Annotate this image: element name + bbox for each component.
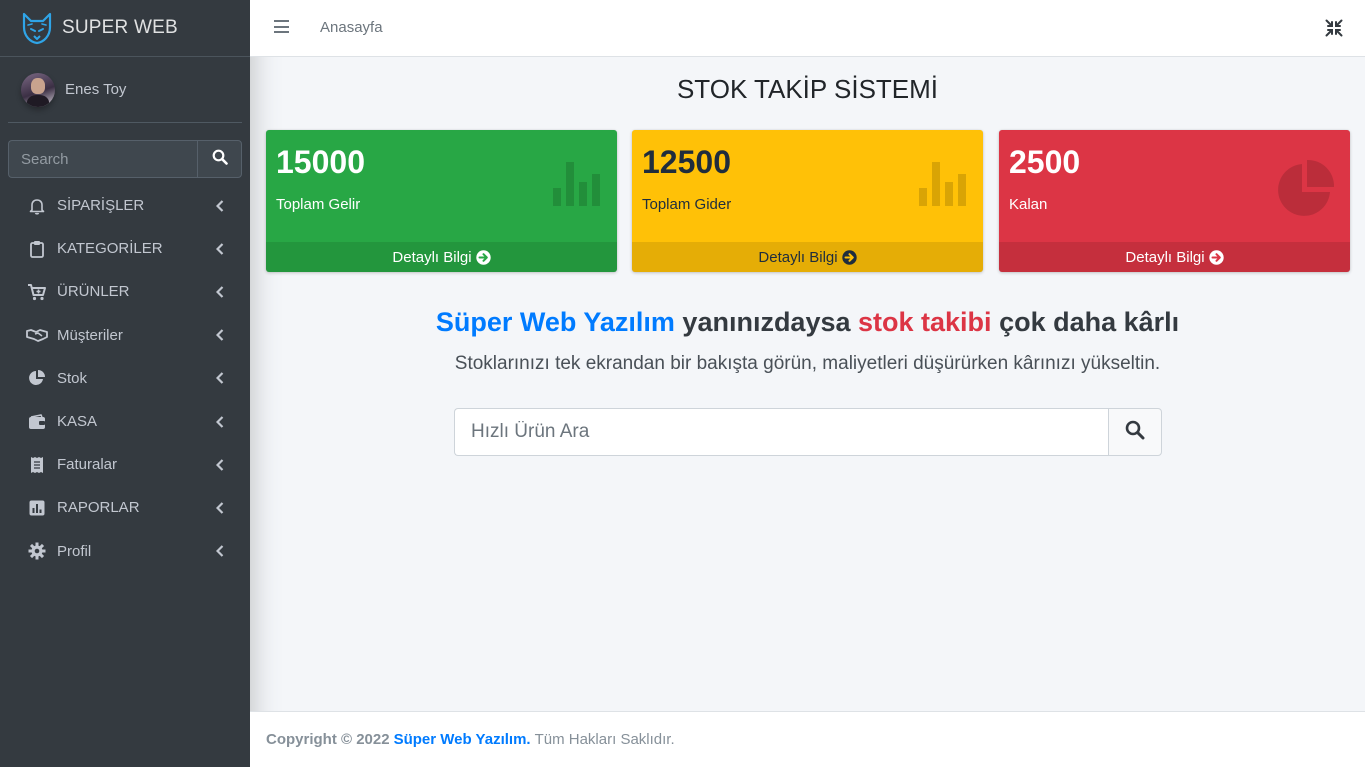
menu-toggle-button[interactable] xyxy=(274,20,289,36)
stat-label: Kalan xyxy=(1009,196,1048,213)
arrow-circle-right-icon xyxy=(1208,249,1224,265)
main-header: Anasayfa xyxy=(250,0,1365,57)
bar-chart-icon xyxy=(26,498,48,518)
stat-value: 2500 xyxy=(1009,144,1081,180)
chevron-left-icon xyxy=(214,243,226,255)
sidebar-search-button[interactable] xyxy=(197,140,242,178)
sidebar-item-profil[interactable]: Profil xyxy=(8,530,242,573)
sidebar-item-musteriler[interactable]: Müşteriler xyxy=(8,314,242,357)
arrow-circle-right-icon xyxy=(841,249,857,265)
headline-highlight: stok takibi xyxy=(858,307,992,337)
search-icon xyxy=(212,149,228,170)
chevron-left-icon xyxy=(214,545,226,557)
headline-text: yanınızdaysa xyxy=(674,307,859,337)
arrow-circle-right-icon xyxy=(475,249,491,265)
promo-subline: Stoklarınızı tek ekrandan bir bakışta gö… xyxy=(454,353,1161,374)
sidebar-item-label: ÜRÜNLER xyxy=(57,283,130,301)
quick-product-search xyxy=(454,408,1162,456)
bar-chart-icon xyxy=(919,158,969,211)
stat-box-expense: 12500 Toplam Gider Detaylı Bilgi xyxy=(632,130,983,272)
main-sidebar: SUPER WEB Enes Toy SİPARİŞLER KATEGORİLE… xyxy=(0,0,250,767)
gear-icon xyxy=(26,541,48,561)
bar-chart-icon xyxy=(553,158,603,211)
sidebar-item-faturalar[interactable]: Faturalar xyxy=(8,443,242,486)
cart-plus-icon xyxy=(26,282,48,302)
brand-name: SUPER WEB xyxy=(62,17,178,38)
chevron-left-icon xyxy=(214,199,226,212)
stat-label: Toplam Gelir xyxy=(276,196,361,213)
more-info-link[interactable]: Detaylı Bilgi xyxy=(632,242,983,272)
copyright-text: Copyright © 2022 xyxy=(266,731,390,748)
sidebar-item-label: RAPORLAR xyxy=(57,499,140,517)
quick-search-input[interactable] xyxy=(454,408,1108,456)
chevron-left-icon xyxy=(214,415,226,428)
sidebar-nav: SİPARİŞLER KATEGORİLER ÜRÜNLER Müşterile… xyxy=(8,184,242,573)
fullscreen-button[interactable] xyxy=(1325,19,1343,37)
compress-icon xyxy=(1325,19,1343,41)
main-footer: Copyright © 2022 Süper Web Yazılım. Tüm … xyxy=(250,711,1365,767)
sidebar-item-siparisler[interactable]: SİPARİŞLER xyxy=(8,184,242,227)
more-info-link[interactable]: Detaylı Bilgi xyxy=(999,242,1350,272)
avatar xyxy=(21,72,55,107)
chevron-left-icon xyxy=(214,502,226,514)
pie-chart-icon xyxy=(1274,158,1336,225)
home-link[interactable]: Anasayfa xyxy=(320,19,383,36)
chevron-left-icon xyxy=(214,286,226,298)
chevron-left-icon xyxy=(214,458,226,471)
more-info-label: Detaylı Bilgi xyxy=(1125,248,1205,266)
more-info-label: Detaylı Bilgi xyxy=(758,248,838,266)
sidebar-item-label: SİPARİŞLER xyxy=(57,197,145,215)
stat-value: 15000 xyxy=(276,144,365,180)
user-panel[interactable]: Enes Toy xyxy=(8,57,242,123)
chevron-left-icon xyxy=(214,329,226,341)
hamburger-icon xyxy=(274,20,289,22)
sidebar-item-raporlar[interactable]: RAPORLAR xyxy=(8,486,242,529)
brand-link[interactable]: SUPER WEB xyxy=(0,0,250,57)
sidebar-item-urunler[interactable]: ÜRÜNLER xyxy=(8,270,242,313)
more-info-label: Detaylı Bilgi xyxy=(392,248,472,266)
sidebar-item-label: KASA xyxy=(57,413,98,431)
bell-icon xyxy=(26,196,48,216)
promo-headline: Süper Web Yazılım yanınızdaysa stok taki… xyxy=(250,307,1365,338)
sidebar-item-label: Profil xyxy=(57,542,92,560)
stat-value: 12500 xyxy=(642,144,731,180)
handshake-icon xyxy=(26,325,48,345)
user-name[interactable]: Enes Toy xyxy=(65,81,126,98)
chevron-left-icon xyxy=(214,372,226,385)
stat-box-income: 15000 Toplam Gelir Detaylı Bilgi xyxy=(266,130,617,272)
stat-label: Toplam Gider xyxy=(642,196,732,213)
rights-text: Tüm Hakları Saklıdır. xyxy=(534,731,675,748)
headline-brand: Süper Web Yazılım xyxy=(435,307,675,337)
sidebar-search-input[interactable] xyxy=(8,140,197,178)
sidebar-search xyxy=(8,140,242,178)
company-link[interactable]: Süper Web Yazılım. xyxy=(394,731,531,748)
receipt-icon xyxy=(26,455,48,475)
sidebar-item-stok[interactable]: Stok xyxy=(8,357,242,400)
sidebar-item-label: Stok xyxy=(57,369,88,387)
quick-search-button[interactable] xyxy=(1108,408,1162,456)
pie-chart-icon xyxy=(26,368,48,388)
stat-box-remaining: 2500 Kalan Detaylı Bilgi xyxy=(999,130,1350,272)
sidebar-item-kategoriler[interactable]: KATEGORİLER xyxy=(8,227,242,270)
headline-text-end: çok daha kârlı xyxy=(991,307,1180,337)
more-info-link[interactable]: Detaylı Bilgi xyxy=(266,242,617,272)
sidebar-item-label: Faturalar xyxy=(57,456,118,474)
sidebar-item-label: Müşteriler xyxy=(57,326,123,344)
wolf-logo-icon xyxy=(20,11,54,45)
page-title: STOK TAKİP SİSTEMİ xyxy=(676,74,939,104)
clipboard-icon xyxy=(26,239,48,259)
sidebar-item-kasa[interactable]: KASA xyxy=(8,400,242,443)
sidebar-item-label: KATEGORİLER xyxy=(57,240,163,258)
search-icon xyxy=(1125,420,1145,445)
wallet-icon xyxy=(26,412,48,432)
